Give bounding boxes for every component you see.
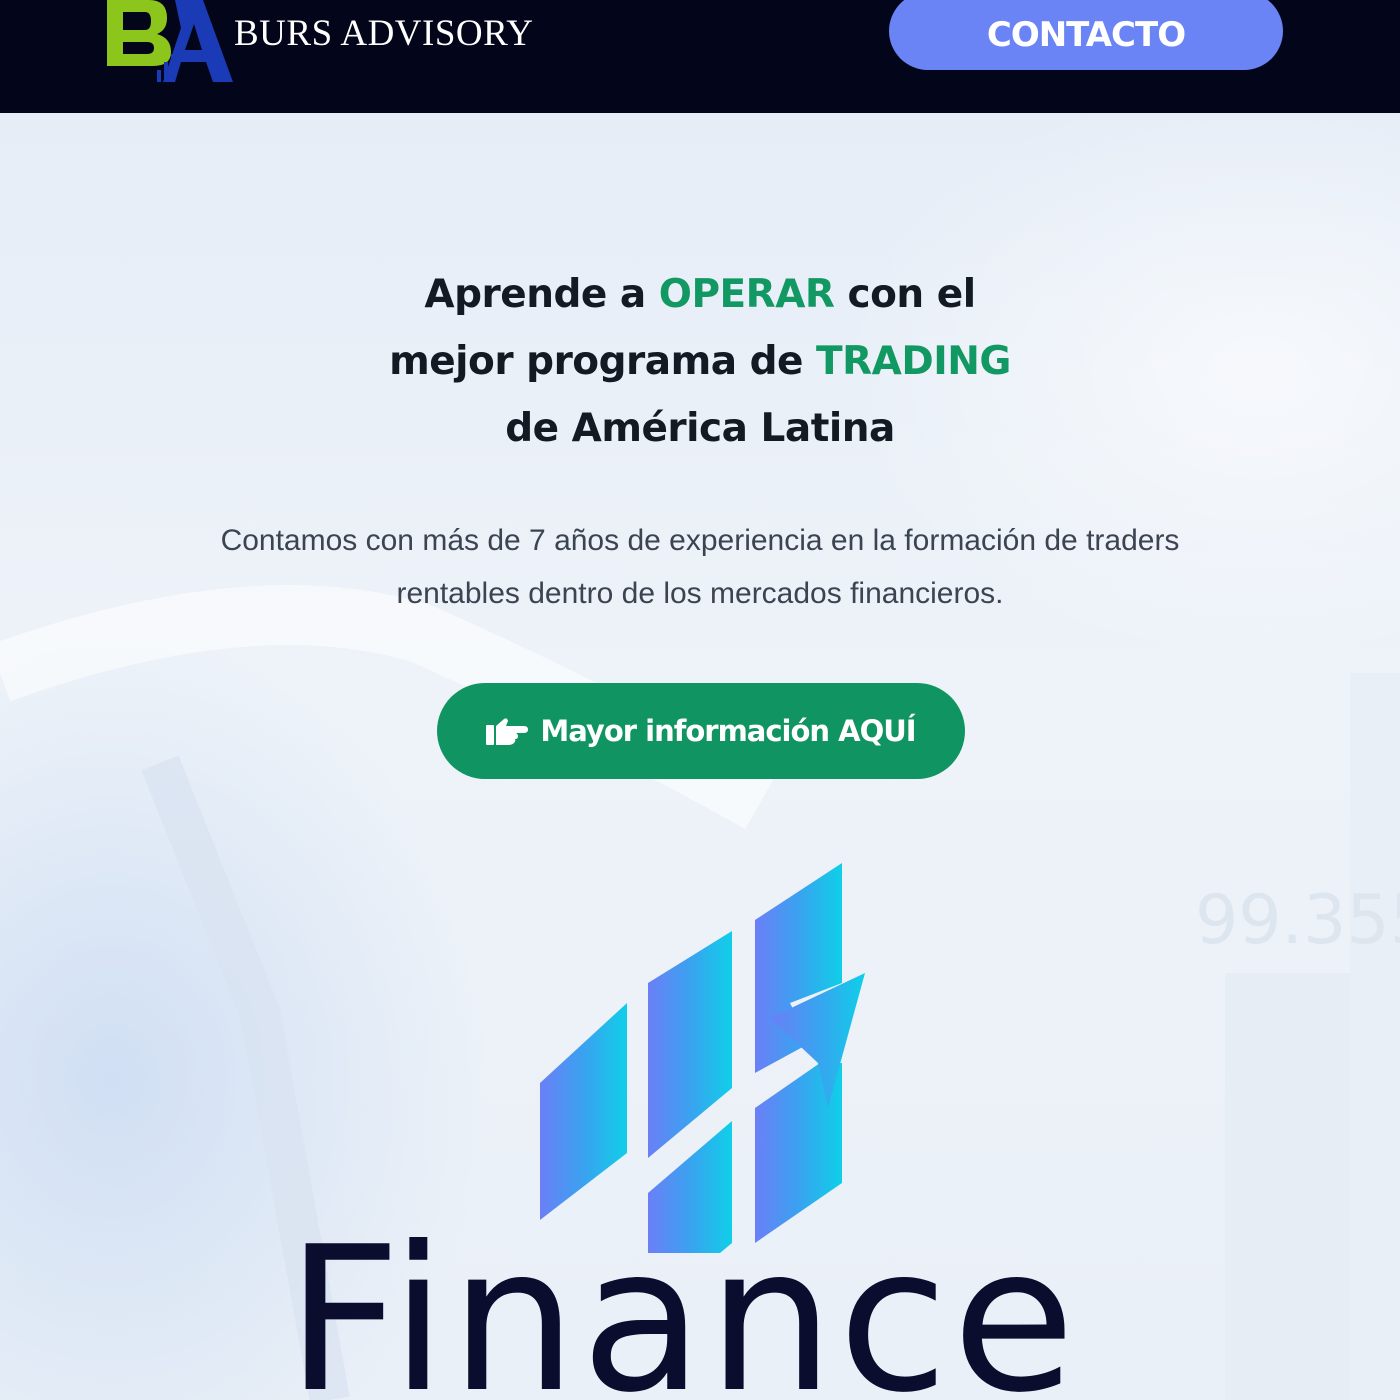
more-info-button[interactable]: Mayor información AQUÍ	[437, 683, 965, 779]
brand-name: BURS ADVISORY	[234, 13, 534, 54]
background-ticker-number: 99.3554	[1195, 881, 1400, 960]
more-info-label: Mayor información AQUÍ	[540, 714, 916, 748]
headline-text: con el	[834, 272, 976, 317]
hero-description: Contamos con más de 7 años de experienci…	[140, 514, 1260, 620]
headline-text: mejor programa de	[389, 339, 817, 384]
hero-headline: Aprende a OPERAR con el mejor programa d…	[200, 261, 1200, 462]
headline-accent-trading: TRADING	[816, 339, 1011, 384]
site-header: BURS ADVISORY CONTACTO	[0, 0, 1400, 113]
contact-button[interactable]: CONTACTO	[889, 0, 1283, 70]
finance-wordmark: Finance	[286, 1204, 1080, 1400]
hero-section: 99.3554 Aprende a OPERAR con el mejor pr…	[0, 113, 1400, 1400]
finance-logo-icon	[540, 863, 865, 1253]
pointing-hand-icon	[486, 718, 529, 745]
headline-accent-operar: OPERAR	[658, 272, 835, 317]
description-line: rentables dentro de los mercados financi…	[396, 577, 1004, 610]
burs-advisory-logo[interactable]	[105, 0, 245, 86]
headline-text: de América Latina	[505, 406, 895, 451]
description-line: Contamos con más de 7 años de experienci…	[220, 524, 1180, 557]
headline-text: Aprende a	[424, 272, 659, 317]
